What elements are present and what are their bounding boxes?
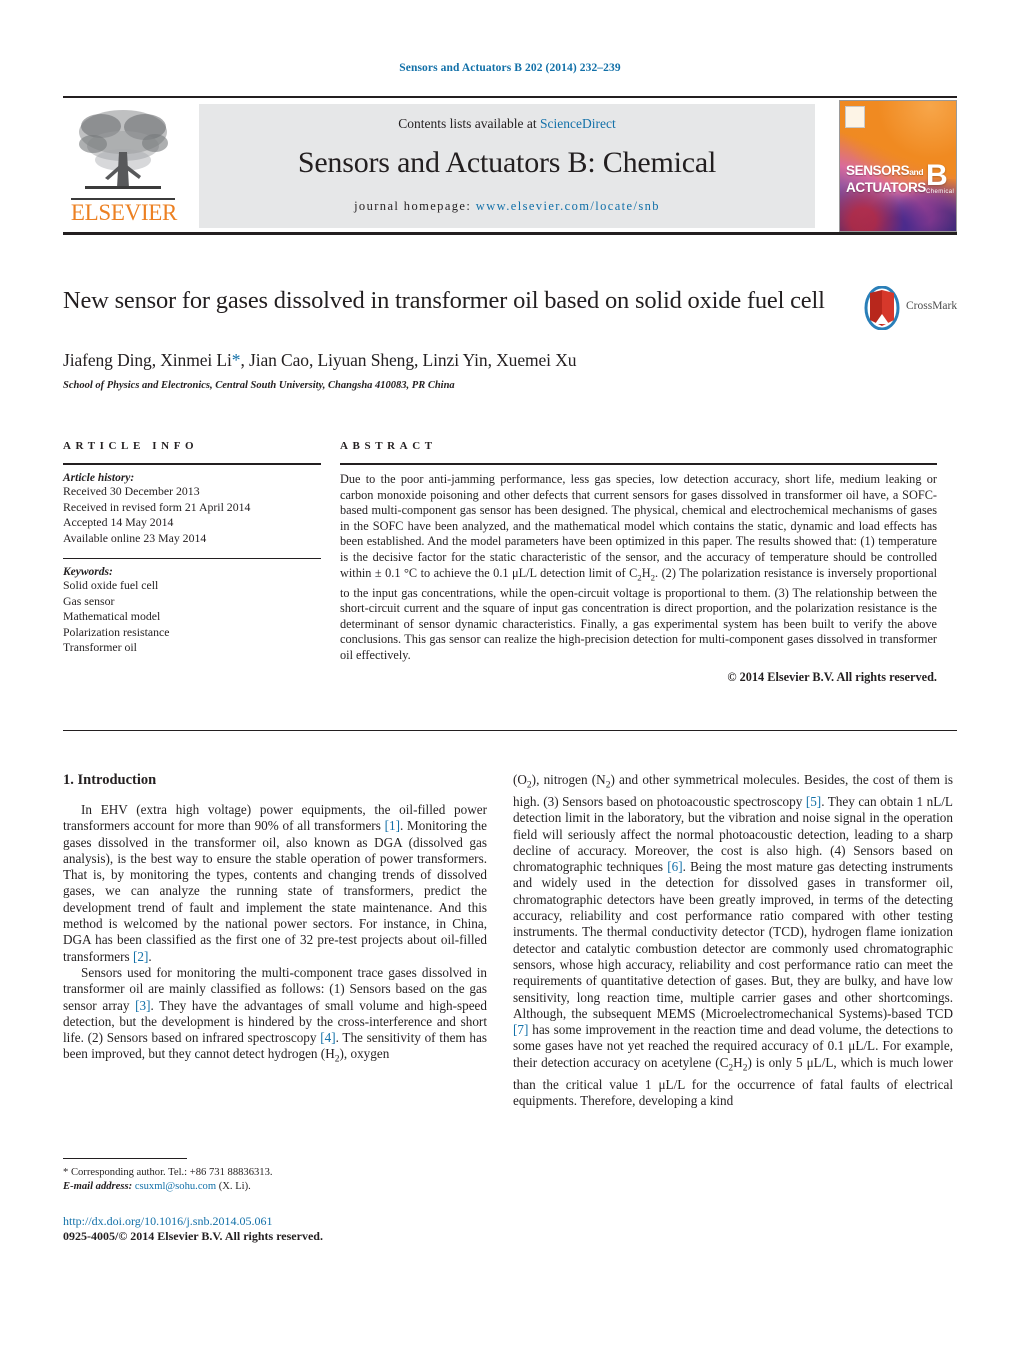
author-list: Jiafeng Ding, Xinmei Li*, Jian Cao, Liyu…	[63, 350, 923, 371]
journal-masthead: ELSEVIER Contents lists available at Sci…	[63, 96, 957, 236]
abstract-bottom-rule	[63, 730, 957, 732]
homepage-url-link[interactable]: www.elsevier.com/locate/snb	[476, 199, 660, 213]
intro-paragraph-3: (O2), nitrogen (N2) and other symmetrica…	[513, 772, 953, 1108]
cover-line-2: ACTUATORS	[846, 180, 926, 195]
title-block: New sensor for gases dissolved in transf…	[63, 286, 853, 316]
history-received: Received 30 December 2013	[63, 484, 200, 498]
cover-elsevier-mark-icon	[845, 106, 865, 128]
cover-line-1: SENSORS	[846, 163, 910, 178]
email-address-label: E-mail address:	[63, 1181, 133, 1193]
footnote-email-line: E-mail address: csuxml@sohu.com (X. Li).	[63, 1180, 487, 1194]
abstract-heading: ABSTRACT	[340, 440, 437, 452]
contents-prefix: Contents lists available at	[398, 116, 540, 131]
citation-ref[interactable]: [5]	[806, 794, 821, 809]
keyword-item: Mathematical model	[63, 609, 161, 624]
abstract-text: Due to the poor anti-jamming performance…	[340, 472, 937, 662]
crossmark-icon	[864, 286, 900, 330]
keyword-item: Gas sensor	[63, 593, 115, 608]
elsevier-logo: ELSEVIER	[65, 104, 183, 228]
citation-ref[interactable]: [1]	[385, 818, 400, 833]
history-online: Available online 23 May 2014	[63, 530, 207, 545]
article-info-heading: ARTICLE INFO	[63, 440, 199, 452]
abstract-rule	[340, 463, 937, 465]
section-number: 1.	[63, 772, 74, 788]
article-history-label: Article history:	[63, 472, 135, 484]
cover-series-subtitle: Chemical	[926, 189, 955, 195]
footnote-corresponding-line: * Corresponding author. Tel.: +86 731 88…	[63, 1167, 273, 1179]
history-revised: Received in revised form 21 April 2014	[63, 499, 251, 514]
email-link[interactable]: csuxml@sohu.com	[135, 1181, 216, 1192]
journal-cover-thumbnail: SENSORSand ACTUATORS B Chemical	[839, 100, 957, 232]
email-owner: (X. Li).	[218, 1181, 251, 1193]
page-title: New sensor for gases dissolved in transf…	[63, 287, 825, 314]
citation-ref[interactable]: [3]	[135, 998, 150, 1013]
citation-ref[interactable]: [6]	[667, 859, 682, 874]
keywords-rule	[63, 558, 321, 560]
contents-available-line: Contents lists available at ScienceDirec…	[199, 116, 815, 132]
abstract-column: ABSTRACT Due to the poor anti-jamming pe…	[340, 440, 937, 685]
elsevier-tree-icon	[79, 110, 168, 189]
cover-title-text: SENSORSand ACTUATORS	[846, 163, 926, 195]
intro-paragraph-1: In EHV (extra high voltage) power equipm…	[63, 802, 487, 964]
keywords-label: Keywords:	[63, 566, 113, 579]
citation-ref[interactable]: [4]	[320, 1030, 335, 1045]
journal-homepage-line: journal homepage: www.elsevier.com/locat…	[199, 199, 815, 214]
history-accepted: Accepted 14 May 2014	[63, 515, 174, 529]
footnote-rule	[63, 1158, 187, 1160]
masthead-top-rule	[63, 96, 957, 98]
page-footer: http://dx.doi.org/10.1016/j.snb.2014.05.…	[63, 1214, 563, 1244]
keyword-item: Polarization resistance	[63, 624, 170, 639]
crossmark-label: CrossMark	[906, 300, 958, 312]
authors-before-star: Jiafeng Ding, Xinmei Li	[63, 350, 232, 370]
homepage-prefix: journal homepage:	[354, 199, 472, 213]
running-head: Sensors and Actuators B 202 (2014) 232–2…	[399, 62, 621, 74]
sciencedirect-link[interactable]: ScienceDirect	[540, 116, 616, 131]
journal-band: Contents lists available at ScienceDirec…	[199, 104, 815, 228]
section-label: Introduction	[77, 772, 157, 788]
crossmark-badge-group[interactable]: CrossMark	[862, 286, 957, 332]
article-info-rule	[63, 463, 321, 465]
abstract-copyright: © 2014 Elsevier B.V. All rights reserved…	[727, 669, 937, 684]
journal-title: Sensors and Actuators B: Chemical	[297, 146, 717, 179]
citation-ref[interactable]: [2]	[133, 949, 148, 964]
section-heading-introduction: 1. Introduction	[63, 772, 487, 789]
authors-after-star: , Jian Cao, Liyuan Sheng, Linzi Yin, Xue…	[240, 350, 577, 370]
cover-and: and	[909, 167, 924, 177]
keyword-item: Transformer oil	[63, 640, 137, 655]
journal-article-page: Sensors and Actuators B 202 (2014) 232–2…	[0, 0, 1020, 1351]
affiliation: School of Physics and Electronics, Centr…	[63, 380, 455, 391]
cover-series-letter: B	[926, 159, 948, 192]
issn-copyright-line: 0925-4005/© 2014 Elsevier B.V. All right…	[63, 1229, 323, 1243]
elsevier-wordmark: ELSEVIER	[70, 200, 178, 225]
body-column-left: 1. Introduction In EHV (extra high volta…	[63, 772, 487, 1068]
corresponding-author-footnote: * Corresponding author. Tel.: +86 731 88…	[63, 1158, 487, 1194]
intro-paragraph-2: Sensors used for monitoring the multi-co…	[63, 964, 488, 1066]
article-info-column: ARTICLE INFO Article history: Received 3…	[63, 440, 321, 656]
body-column-right: (O2), nitrogen (N2) and other symmetrica…	[513, 772, 953, 1109]
citation-ref[interactable]: [7]	[513, 1022, 528, 1037]
keyword-item: Solid oxide fuel cell	[63, 578, 159, 593]
masthead-bottom-rule	[63, 232, 957, 235]
doi-link[interactable]: http://dx.doi.org/10.1016/j.snb.2014.05.…	[63, 1214, 563, 1229]
